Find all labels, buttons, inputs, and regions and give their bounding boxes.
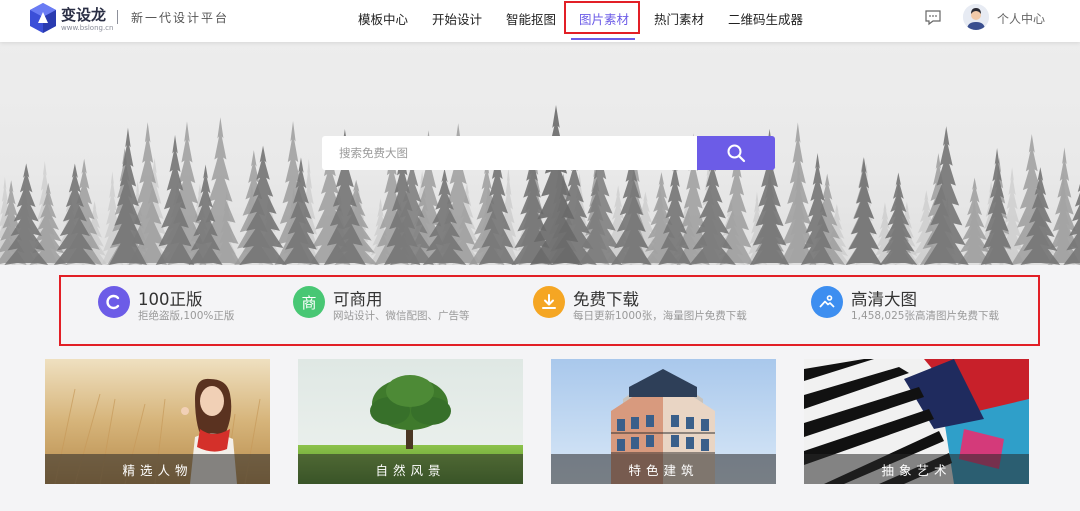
- hd-image-icon: [811, 286, 843, 318]
- brand-slogan: 新一代设计平台: [131, 11, 230, 25]
- chat-bubble-icon[interactable]: [924, 8, 942, 26]
- category-label: 抽象艺术: [804, 454, 1029, 484]
- download-icon: [533, 286, 565, 318]
- nav-annotation-box: [564, 1, 640, 34]
- nav-item-templates[interactable]: 模板中心: [358, 9, 408, 28]
- feature-title: 可商用: [333, 290, 383, 309]
- feature-title: 免费下载: [573, 290, 639, 309]
- feature-desc: 每日更新1000张，海量图片免费下载: [573, 310, 747, 322]
- avatar-person-icon: [963, 4, 989, 30]
- category-card-abstract[interactable]: 抽象艺术: [804, 359, 1029, 484]
- category-card-people[interactable]: 精选人物: [45, 359, 270, 484]
- logo-divider: [117, 10, 118, 24]
- nav-item-start-design[interactable]: 开始设计: [432, 9, 482, 28]
- category-card-nature[interactable]: 自然风景: [298, 359, 523, 484]
- brand-domain: www.bslong.cn: [61, 24, 114, 32]
- commercial-glyph: 商: [301, 293, 317, 312]
- category-card-architecture[interactable]: 特色建筑: [551, 359, 776, 484]
- top-header: 变设龙 www.bslong.cn 新一代设计平台 模板中心 开始设计 智能抠图…: [0, 0, 1080, 42]
- nav-item-qr-generator[interactable]: 二维码生成器: [728, 9, 803, 28]
- feature-desc: 网站设计、微信配图、广告等: [333, 310, 470, 322]
- nav-active-underline: [571, 38, 635, 40]
- commercial-icon: 商: [293, 286, 325, 318]
- search-input[interactable]: [322, 136, 697, 170]
- profile-center-link[interactable]: 个人中心: [997, 10, 1045, 27]
- feature-title: 高清大图: [851, 290, 917, 309]
- search-button[interactable]: [697, 136, 775, 170]
- feature-desc: 1,458,025张高清图片免费下载: [851, 310, 999, 322]
- category-label: 特色建筑: [551, 454, 776, 484]
- copyright-icon: [98, 286, 130, 318]
- nav-item-hot-assets[interactable]: 热门素材: [654, 9, 704, 28]
- avatar[interactable]: [963, 4, 989, 30]
- nav-item-smart-cutout[interactable]: 智能抠图: [506, 9, 556, 28]
- brand-logo-icon[interactable]: [28, 2, 58, 34]
- feature-desc: 拒绝盗版,100%正版: [138, 310, 235, 322]
- search-icon: [727, 144, 746, 163]
- feature-title: 100正版: [138, 290, 203, 309]
- category-label: 自然风景: [298, 454, 523, 484]
- category-label: 精选人物: [45, 454, 270, 484]
- brand-name[interactable]: 变设龙: [61, 4, 106, 25]
